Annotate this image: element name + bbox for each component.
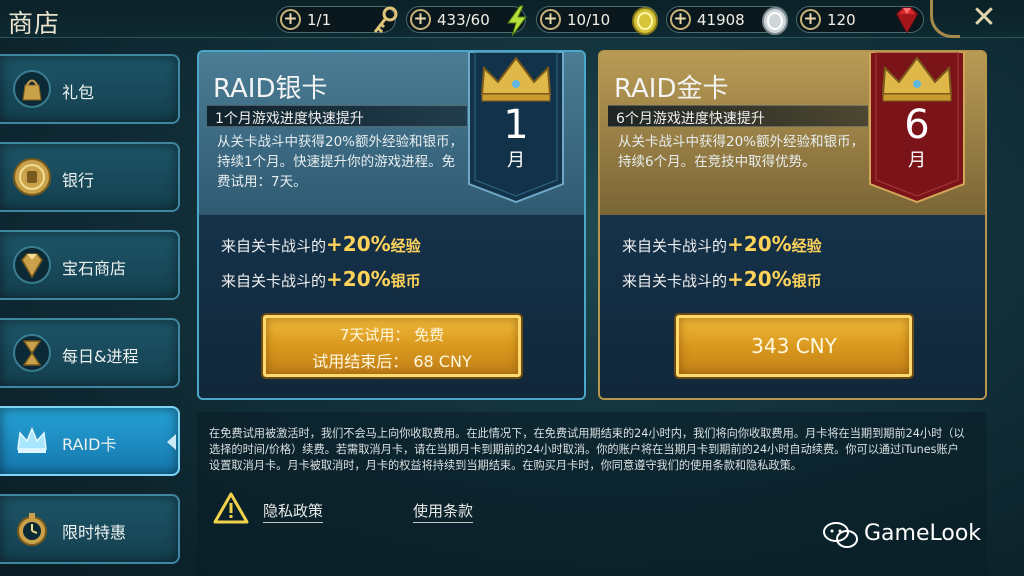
sidebar-item-label: 每日&进程: [62, 347, 139, 366]
benefit-silver: 来自关卡战斗的+20%银币: [221, 267, 421, 291]
duration-unit: 月: [908, 150, 926, 171]
duration-banner: 1 月: [461, 52, 571, 204]
terms-of-use-link[interactable]: 使用条款: [413, 500, 474, 523]
resource-silver-value: 41908: [697, 11, 745, 29]
key-icon: [373, 6, 398, 34]
resource-rubies-value: 120: [827, 11, 856, 29]
bank-coin-icon: [13, 158, 51, 196]
card-subtitle-bar: 6个月游戏进度快速提升: [608, 105, 868, 127]
crown-icon: [17, 427, 47, 453]
trial-label: 7天试用： 免费: [339, 326, 445, 344]
sidebar-item-raid-card[interactable]: RAID卡: [0, 406, 180, 476]
silver-coin-icon: [762, 7, 788, 35]
resource-energy[interactable]: + 433/60: [406, 5, 527, 37]
sidebar-item-label: 宝石商店: [62, 259, 127, 278]
active-indicator-arrow: [167, 434, 176, 450]
resource-silver[interactable]: + 41908: [666, 6, 788, 35]
duration-unit: 月: [507, 150, 525, 171]
raid-silver-card: RAID银卡 1个月游戏进度快速提升 从关卡战斗中获得20%额外经验和银币，持续…: [197, 50, 586, 400]
add-arena-tokens-button[interactable]: +: [540, 9, 561, 30]
sidebar-item-limited-offers[interactable]: 限时特惠: [0, 494, 180, 564]
card-subtitle-bar: 1个月游戏进度快速提升: [207, 105, 467, 127]
duration-number: 1: [503, 102, 529, 148]
sidebar-item-label: 银行: [62, 171, 95, 190]
sidebar-item-gem-shop[interactable]: 宝石商店: [0, 230, 180, 300]
card-description: 从关卡战斗中获得20%额外经验和银币，持续1个月。快速提升你的游戏进程。免费试用…: [217, 134, 464, 190]
timer-icon: [17, 513, 47, 546]
close-icon[interactable]: ✕: [966, 2, 1002, 36]
add-rubies-button[interactable]: +: [800, 9, 821, 30]
benefit-exp: 来自关卡战斗的+20%经验: [221, 232, 421, 256]
legal-panel: 在免费试用被激活时，我们不会马上向你收取费用。在此情况下，在免费试用期结束的24…: [197, 412, 987, 576]
card-title: RAID银卡: [213, 74, 328, 104]
duration-number: 6: [904, 102, 930, 148]
benefit-value: +20%: [727, 232, 792, 256]
benefit-prefix: 来自关卡战斗的: [622, 237, 728, 255]
resource-arena-tokens-value: 10/10: [567, 11, 611, 29]
ruby-gem-icon: [896, 7, 918, 34]
crown-icon: [480, 56, 552, 102]
sidebar-item-label: RAID卡: [62, 435, 117, 454]
add-energy-button[interactable]: +: [410, 9, 431, 30]
sidebar-item-label: 限时特惠: [62, 523, 127, 542]
resource-keys-value: 1/1: [307, 11, 332, 29]
benefit-value: +20%: [326, 232, 391, 256]
page-title: 商店: [8, 9, 61, 38]
warning-icon: [213, 492, 249, 524]
sidebar: 礼包 银行 宝石商店 每日&进程 RAID卡 限时特惠: [0, 50, 185, 576]
benefit-prefix: 来自关卡战斗的: [221, 272, 327, 290]
sidebar-item-packs[interactable]: 礼包: [0, 54, 180, 124]
corner-ornament: [930, 0, 960, 38]
duration-banner: 6 月: [862, 52, 972, 204]
wechat-icon: [823, 522, 858, 548]
privacy-policy-link[interactable]: 隐私政策: [263, 500, 324, 523]
benefit-exp: 来自关卡战斗的+20%经验: [622, 232, 822, 256]
resource-arena-tokens[interactable]: + 10/10: [536, 6, 658, 35]
card-title: RAID金卡: [614, 74, 729, 104]
watermark-text: GameLook: [864, 521, 982, 546]
gift-bag-icon: [13, 70, 51, 108]
benefit-suffix: 银币: [791, 272, 822, 290]
watermark: GameLook: [822, 520, 1012, 550]
crown-icon: [881, 56, 953, 102]
price-label: 343 CNY: [751, 334, 837, 358]
card-subtitle: 6个月游戏进度快速提升: [616, 111, 765, 127]
after-trial-price: 试用结束后： 68 CNY: [312, 352, 472, 371]
add-keys-button[interactable]: +: [280, 9, 301, 30]
benefit-value: +20%: [727, 267, 792, 291]
sidebar-item-bank[interactable]: 银行: [0, 142, 180, 212]
silver-trial-button[interactable]: 7天试用： 免费 试用结束后： 68 CNY: [263, 315, 521, 377]
raid-gold-card: RAID金卡 6个月游戏进度快速提升 从关卡战斗中获得20%额外经验和银币，持续…: [598, 50, 987, 400]
benefit-silver: 来自关卡战斗的+20%银币: [622, 267, 822, 291]
benefit-value: +20%: [326, 267, 391, 291]
benefit-suffix: 银币: [390, 272, 421, 290]
benefit-prefix: 来自关卡战斗的: [622, 272, 728, 290]
resource-energy-value: 433/60: [437, 11, 490, 29]
resource-keys[interactable]: + 1/1: [276, 6, 398, 34]
top-bar: 商店 + 1/1 + 433/60 + 10/10 + 41908 + 120 …: [0, 0, 1024, 38]
benefit-prefix: 来自关卡战斗的: [221, 237, 327, 255]
gold-buy-button[interactable]: 343 CNY: [676, 315, 912, 377]
benefit-suffix: 经验: [791, 237, 822, 255]
sidebar-item-label: 礼包: [62, 83, 95, 102]
arena-token-icon: [632, 7, 658, 35]
gem-shop-icon: [13, 246, 51, 284]
card-description: 从关卡战斗中获得20%额外经验和银币，持续6个月。在竞技中取得优势。: [618, 134, 865, 170]
resource-rubies[interactable]: + 120: [796, 6, 924, 34]
legal-text: 在免费试用被激活时，我们不会马上向你收取费用。在此情况下，在免费试用期结束的24…: [209, 427, 965, 472]
card-subtitle: 1个月游戏进度快速提升: [215, 111, 364, 127]
hourglass-icon: [13, 334, 51, 372]
sidebar-item-daily-progress[interactable]: 每日&进程: [0, 318, 180, 388]
benefit-suffix: 经验: [390, 237, 421, 255]
energy-icon: [507, 5, 527, 37]
add-silver-button[interactable]: +: [670, 9, 691, 30]
